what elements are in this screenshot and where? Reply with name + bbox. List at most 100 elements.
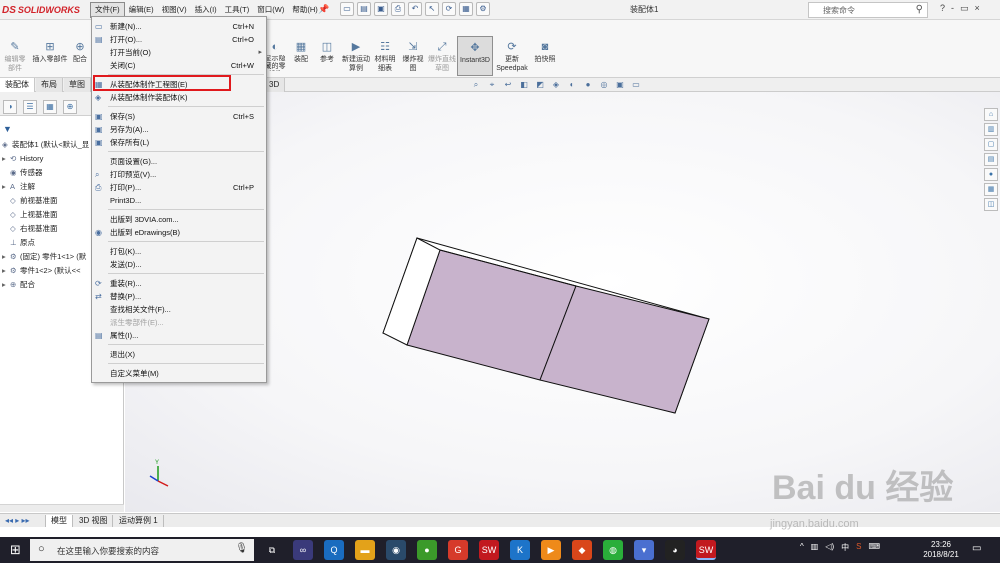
file-explorer-taskbar-icon[interactable]: ▬ [355, 540, 375, 560]
menu-item-save-as[interactable]: ▣ 另存为(A)... [92, 123, 266, 136]
tab-layout[interactable]: 布局 [36, 78, 63, 92]
update-speedpak-button[interactable]: ⟳ 更新Speedpak [496, 40, 528, 73]
restore-icon[interactable]: ▭ [960, 3, 969, 14]
windows-start-icon[interactable]: ⊞ [10, 543, 24, 557]
menu-item-save-all[interactable]: ▣ 保存所有(L) [92, 136, 266, 149]
sogou-icon[interactable]: S [856, 542, 861, 553]
bom-button[interactable]: ☷ 材料明细表 [372, 40, 398, 73]
menu-item-customize-menu[interactable]: 自定义菜单(M) [92, 367, 266, 380]
exploded-line-sketch-button[interactable]: ⤢ 爆炸直线草图 [428, 40, 456, 73]
help-icon[interactable]: ? [940, 3, 945, 14]
forum-icon[interactable]: ◫ [984, 198, 998, 211]
view-palette-icon[interactable]: ▤ [984, 153, 998, 166]
select-icon[interactable]: ↖ [425, 2, 439, 16]
monitor-icon[interactable]: ▭ [630, 79, 642, 91]
print-icon[interactable]: ⎙ [391, 2, 405, 16]
menu-item-page-setup[interactable]: 页面设置(G)... [92, 155, 266, 168]
menu-item-make-assembly-from-assembly[interactable]: ◈ 从装配体制作装配体(K) [92, 91, 266, 104]
keyboard-icon[interactable]: ⌨ [869, 542, 881, 553]
tree-item-top-plane[interactable]: ◇ 上视基准面 [2, 208, 58, 221]
wechat-icon[interactable]: ◍ [603, 540, 623, 560]
tab-3d[interactable]: 3D [264, 78, 286, 92]
appearances-icon[interactable]: ● [984, 168, 998, 181]
filter-icon[interactable]: ▼ [3, 124, 12, 134]
section-view-icon[interactable]: ◧ [518, 79, 530, 91]
tree-root[interactable]: ◈ 装配体1 (默认<默认_显 [2, 138, 89, 151]
edit-appearance-icon[interactable]: ● [582, 79, 594, 91]
close-icon[interactable]: × [975, 3, 980, 14]
solidworks-active-icon[interactable]: SW [696, 540, 716, 560]
taskbar-search-input[interactable]: ○ 在这里输入你要搜索的内容 🎙 [30, 539, 254, 561]
app-icon-1[interactable]: ∞ [293, 540, 313, 560]
previous-view-icon[interactable]: ↩ [502, 79, 514, 91]
menu-item-publish-3dvia[interactable]: 出版到 3DVIA.com... [92, 213, 266, 226]
menu-item-open[interactable]: ▤ 打开(O)... Ctrl+O [92, 33, 266, 46]
menu-item-save[interactable]: ▣ 保存(S) Ctrl+S [92, 110, 266, 123]
task-view-icon[interactable]: ⧉ [262, 540, 282, 560]
insert-component-button[interactable]: ⊞ 插入零部件 [30, 40, 70, 64]
notification-icon[interactable]: ▭ [972, 543, 981, 554]
expand-icon[interactable]: ▸ [2, 250, 10, 263]
menu-help[interactable]: 帮助(H) [288, 2, 321, 18]
reference-button[interactable]: ◫ 参考 [316, 40, 338, 64]
menu-item-find-references[interactable]: 查找相关文件(F)... [92, 303, 266, 316]
volume-icon[interactable]: ◁) [825, 542, 834, 553]
edit-component-button[interactable]: ✎ 编辑零部件 [2, 40, 28, 73]
tree-item-right-plane[interactable]: ◇ 右视基准面 [2, 222, 58, 235]
exploded-view-button[interactable]: ⇲ 爆炸视图 [400, 40, 426, 73]
app-icon-8[interactable]: ▾ [634, 540, 654, 560]
menu-item-close[interactable]: 关闭(C) Ctrl+W [92, 59, 266, 72]
app-icon-2[interactable]: Q [324, 540, 344, 560]
taskbar-clock[interactable]: 23:26 2018/8/21 [918, 540, 964, 560]
tab-3d-views[interactable]: 3D 视图 [74, 515, 114, 527]
menu-item-print3d[interactable]: Print3D... [92, 194, 266, 207]
steam-icon[interactable]: ◉ [386, 540, 406, 560]
tree-item-annotations[interactable]: ▸ A 注解 [2, 180, 35, 193]
tray-expand-icon[interactable]: ^ [800, 542, 804, 553]
file-properties-icon[interactable]: ▦ [459, 2, 473, 16]
search-icon[interactable]: ⚲ [916, 4, 923, 15]
tab-assembly[interactable]: 装配体 [0, 78, 35, 92]
assembly-button[interactable]: ▦ 装配 [290, 40, 312, 64]
expand-icon[interactable]: ▸ [2, 180, 10, 193]
menu-item-publish-edrawings[interactable]: ◉ 出版到 eDrawings(B) [92, 226, 266, 239]
home-icon[interactable]: ⌂ [984, 108, 998, 121]
tree-item-history[interactable]: ▸ ⟲ History [2, 152, 43, 165]
search-commands-input[interactable]: 搜索命令 ⚲ [808, 2, 928, 18]
new-doc-icon[interactable]: ▭ [340, 2, 354, 16]
open-doc-icon[interactable]: ▤ [357, 2, 371, 16]
tab-sketch[interactable]: 草图 [64, 78, 91, 92]
feature-tree-tab-icon[interactable]: ◑ [3, 100, 17, 114]
app-icon-7[interactable]: ◆ [572, 540, 592, 560]
options-icon[interactable]: ⚙ [476, 2, 490, 16]
app-icon-3[interactable]: ● [417, 540, 437, 560]
tree-item-mates[interactable]: ▸ ⊕ 配合 [2, 278, 35, 291]
scene-icon[interactable]: ◎ [598, 79, 610, 91]
instant3d-button[interactable]: ✥ Instant3D [457, 36, 493, 76]
display-style-icon[interactable]: ◈ [550, 79, 562, 91]
tree-item-front-plane[interactable]: ◇ 前视基准面 [2, 194, 58, 207]
input-method-indicator[interactable]: 中 [841, 542, 849, 553]
tree-item-part1-1[interactable]: ▸ ⚙ (固定) 零件1<1> (默 [2, 250, 86, 263]
menu-item-print[interactable]: ⎙ 打印(P)... Ctrl+P [92, 181, 266, 194]
menu-item-reload[interactable]: ⟳ 重装(R)... [92, 277, 266, 290]
tree-item-part1-2[interactable]: ▸ ⚙ 零件1<2> (默认<< [2, 264, 80, 277]
pin-icon[interactable]: 📌 [318, 4, 329, 16]
new-motion-study-button[interactable]: ▶ 新建运动算例 [342, 40, 370, 73]
save-icon[interactable]: ▣ [374, 2, 388, 16]
horizontal-scrollbar[interactable] [0, 504, 124, 512]
app-icon-4[interactable]: G [448, 540, 468, 560]
undo-icon[interactable]: ↶ [408, 2, 422, 16]
menu-item-pack-and-go[interactable]: 打包(K)... [92, 245, 266, 258]
expand-icon[interactable]: ▸ [2, 152, 10, 165]
network-icon[interactable]: ▥ [811, 542, 819, 553]
tree-item-origin[interactable]: ⊥ 原点 [2, 236, 35, 249]
rebuild-icon[interactable]: ⟳ [442, 2, 456, 16]
menu-item-properties[interactable]: ▤ 属性(I)... [92, 329, 266, 342]
menu-item-print-preview[interactable]: ⌕ 打印预览(V)... [92, 168, 266, 181]
app-icon-5[interactable]: K [510, 540, 530, 560]
menu-item-replace[interactable]: ⇄ 替换(P)... [92, 290, 266, 303]
configuration-tab-icon[interactable]: ▦ [43, 100, 57, 114]
expand-icon[interactable]: ▸ [2, 278, 10, 291]
microphone-icon[interactable]: 🎙 [235, 543, 248, 554]
